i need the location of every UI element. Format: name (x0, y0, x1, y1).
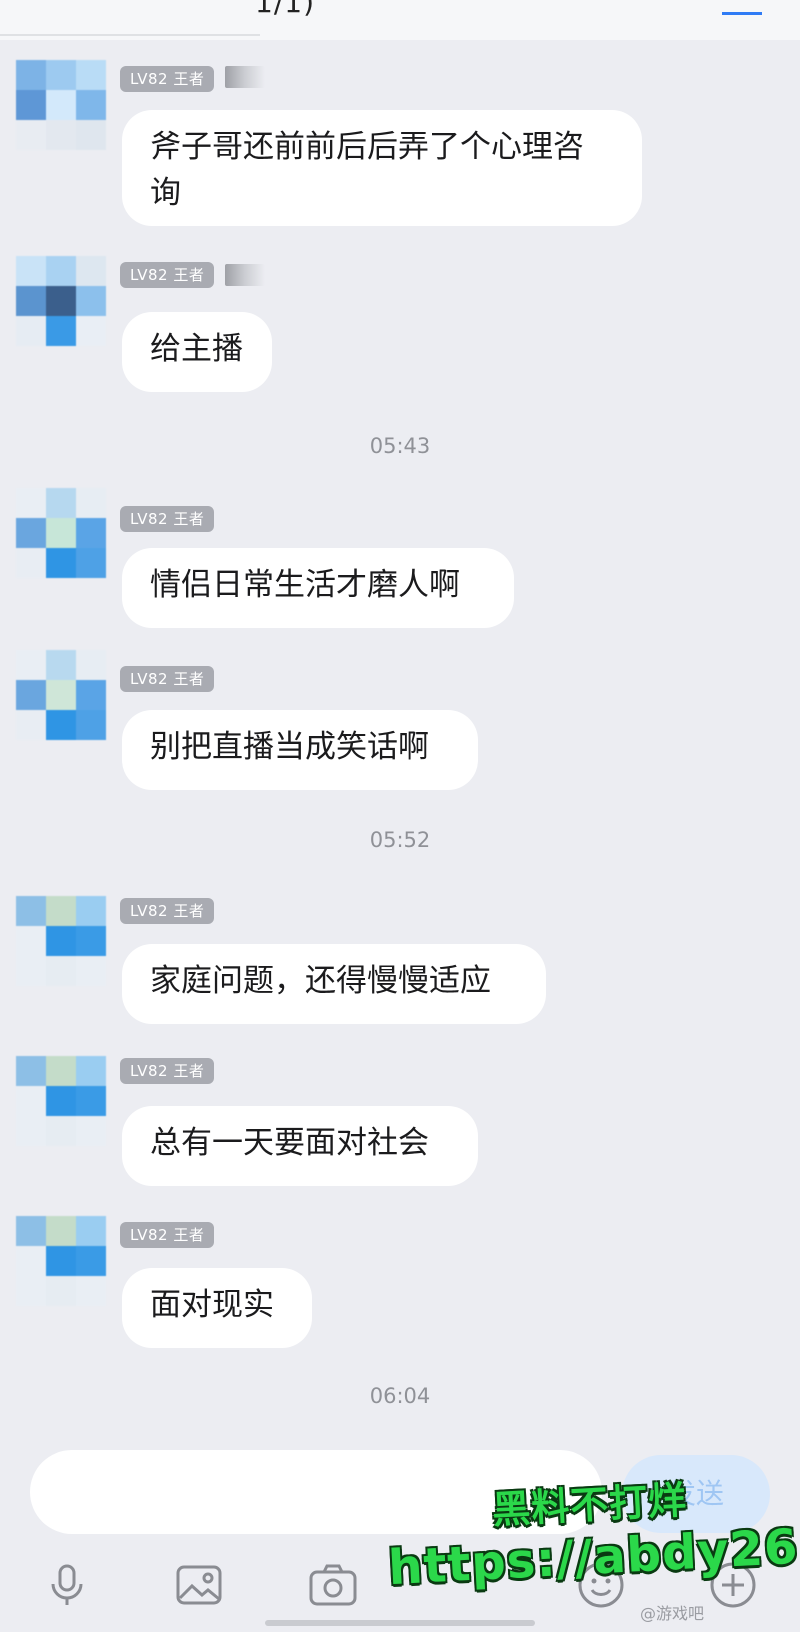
message-bubble[interactable]: 总有一天要面对社会 (122, 1106, 478, 1186)
camera-icon[interactable] (306, 1558, 360, 1612)
level-badge: LV82 王者 (120, 262, 215, 288)
message-bubble[interactable]: 别把直播当成笑话啊 (122, 710, 478, 790)
level-badge: LV82 王者 (120, 898, 215, 924)
header-divider (0, 34, 260, 36)
level-badge: LV82 王者 (120, 66, 215, 92)
message-text: 给主播 (150, 331, 243, 367)
message-bubble[interactable]: 面对现实 (122, 1268, 312, 1348)
message-bubble[interactable]: 给主播 (122, 312, 272, 392)
level-badge: LV82 王者 (120, 1222, 215, 1248)
page-title: 1/1) (255, 0, 315, 19)
chat-header: 1/1) (0, 0, 800, 40)
menu-icon[interactable] (722, 0, 762, 15)
timestamp: 06:04 (369, 1384, 431, 1408)
message-text: 别把直播当成笑话啊 (150, 729, 429, 765)
level-badge: LV82 王者 (120, 666, 215, 692)
source-watermark: @游戏吧 (640, 1604, 705, 1623)
message-text: 情侣日常生活才磨人啊 (150, 567, 460, 603)
message-bubble[interactable]: 斧子哥还前前后后弄了个心理咨 询 (122, 110, 642, 226)
message-text: 面对现实 (150, 1287, 274, 1323)
level-badge: LV82 王者 (120, 506, 215, 532)
avatar[interactable] (16, 488, 106, 578)
avatar[interactable] (16, 896, 106, 986)
level-badge: LV82 王者 (120, 1058, 215, 1084)
message-text-line: 询 (150, 175, 181, 211)
message-text-line: 斧子哥还前前后后弄了个心理咨 (150, 129, 584, 165)
watermark-text: 黑料不打烊 (491, 1477, 689, 1533)
avatar[interactable] (16, 1056, 106, 1146)
timestamp: 05:43 (369, 434, 431, 458)
image-icon[interactable] (172, 1558, 226, 1612)
message-bubble[interactable]: 家庭问题，还得慢慢适应 (122, 944, 546, 1024)
avatar[interactable] (16, 256, 106, 346)
avatar[interactable] (16, 60, 106, 150)
message-bubble[interactable]: 情侣日常生活才磨人啊 (122, 548, 514, 628)
message-text: 家庭问题，还得慢慢适应 (150, 963, 491, 999)
username-blurred (225, 66, 265, 88)
message-text: 总有一天要面对社会 (150, 1125, 429, 1161)
avatar[interactable] (16, 1216, 106, 1306)
username-blurred (225, 264, 265, 286)
timestamp: 05:52 (369, 828, 431, 852)
microphone-icon[interactable] (40, 1558, 94, 1612)
home-indicator (265, 1620, 535, 1626)
avatar[interactable] (16, 650, 106, 740)
